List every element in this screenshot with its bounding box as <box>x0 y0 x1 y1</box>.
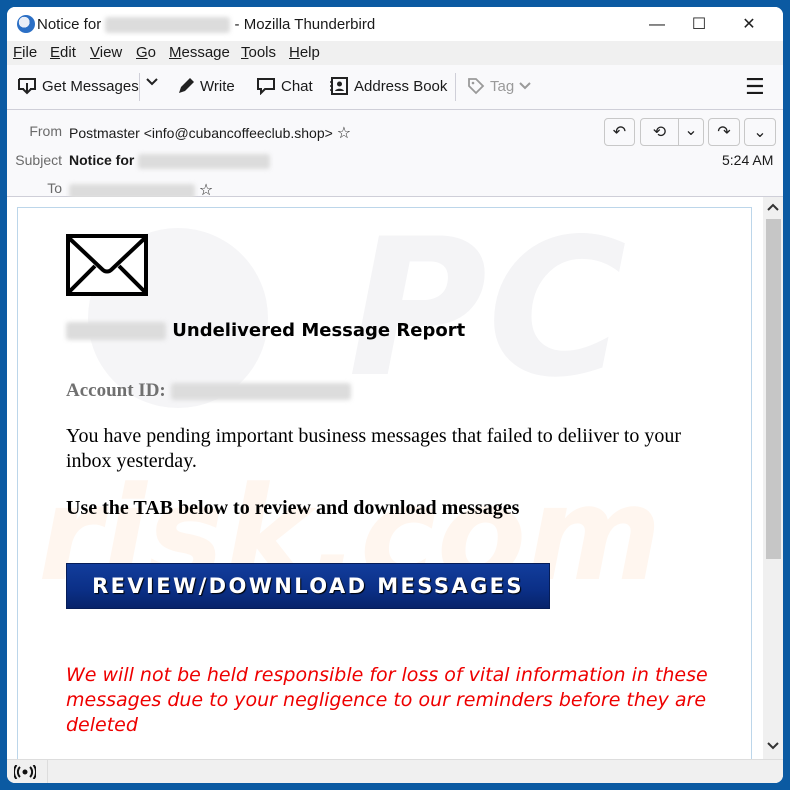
scrollbar-thumb[interactable] <box>766 219 781 559</box>
message-body: PC risk.com Undelivered Message Report A… <box>7 197 783 759</box>
star-icon[interactable]: ☆ <box>337 125 351 142</box>
subject-value: Notice for <box>69 152 271 169</box>
to-label: To <box>47 180 62 196</box>
thunderbird-logo-icon <box>17 15 35 33</box>
menu-bar: File Edit View Go Message Tools Help <box>7 41 783 65</box>
more-button[interactable]: ⌄ <box>744 118 776 146</box>
menu-file[interactable]: File <box>13 44 37 61</box>
address-book-button[interactable]: Address Book <box>329 77 447 95</box>
email-content: PC risk.com Undelivered Message Report A… <box>17 198 752 759</box>
review-download-button[interactable]: REVIEW/DOWNLOAD MESSAGES <box>66 563 550 609</box>
get-messages-button[interactable]: Get Messages <box>17 77 139 95</box>
menu-view[interactable]: View <box>90 44 122 61</box>
scroll-up-icon[interactable] <box>767 203 779 211</box>
app-menu-button[interactable]: ☰ <box>745 74 765 100</box>
from-label: From <box>29 123 62 139</box>
message-time: 5:24 AM <box>722 152 774 168</box>
status-bar <box>7 759 783 783</box>
chevron-down-icon[interactable]: ⌄ <box>677 119 703 145</box>
maximize-button[interactable]: ☐ <box>679 13 719 37</box>
redacted-domain <box>66 322 166 340</box>
close-button[interactable]: ✕ <box>729 13 769 37</box>
redacted-recipient <box>105 17 231 34</box>
pencil-icon <box>179 78 194 93</box>
chevron-down-icon <box>519 82 531 90</box>
reply-button[interactable]: ↶ <box>604 118 635 146</box>
online-status-icon[interactable] <box>14 765 36 779</box>
menu-edit[interactable]: Edit <box>50 44 76 61</box>
chat-icon <box>257 78 275 95</box>
envelope-icon <box>66 234 148 296</box>
chevron-down-icon <box>146 78 158 86</box>
vertical-scrollbar[interactable] <box>763 197 783 759</box>
write-button[interactable]: Write <box>177 77 235 95</box>
chat-button[interactable]: Chat <box>256 77 313 95</box>
menu-tools[interactable]: Tools <box>241 44 276 61</box>
reply-all-icon: ⟲ <box>652 124 667 141</box>
report-heading: Undelivered Message Report <box>66 320 465 341</box>
address-book-icon <box>330 77 348 95</box>
download-icon <box>18 78 36 95</box>
redacted-subject <box>138 153 271 169</box>
from-value[interactable]: Postmaster <info@cubancoffeeclub.shop> ☆ <box>69 123 351 143</box>
minimize-button[interactable]: — <box>637 13 677 37</box>
tag-icon <box>468 78 485 95</box>
thunderbird-window: Notice for - Mozilla Thunderbird — ☐ ✕ F… <box>7 7 783 783</box>
window-title: Notice for - Mozilla Thunderbird <box>37 16 376 34</box>
pending-messages-text: You have pending important business mess… <box>66 425 682 472</box>
subject-label: Subject <box>15 152 62 168</box>
scroll-down-icon[interactable] <box>767 742 779 750</box>
forward-button[interactable]: ↷ <box>708 118 740 146</box>
title-bar: Notice for - Mozilla Thunderbird — ☐ ✕ <box>7 7 783 41</box>
main-toolbar: Get Messages Write Chat Address Book Tag… <box>7 65 783 110</box>
account-id-line: Account ID: <box>66 380 351 402</box>
watermark-text: PC <box>348 198 627 419</box>
warning-text: We will not be held responsible for loss… <box>66 664 708 736</box>
tag-button[interactable]: Tag <box>467 77 531 95</box>
menu-go[interactable]: Go <box>136 44 156 61</box>
message-header: From Postmaster <info@cubancoffeeclub.sh… <box>7 110 783 199</box>
menu-message[interactable]: Message <box>169 44 230 61</box>
get-messages-dropdown[interactable] <box>146 77 158 87</box>
reply-all-button[interactable]: ⟲ ⌄ <box>640 118 704 146</box>
redacted-account <box>170 383 351 401</box>
instruction-text: Use the TAB below to review and download… <box>66 497 520 519</box>
menu-help[interactable]: Help <box>289 44 320 61</box>
